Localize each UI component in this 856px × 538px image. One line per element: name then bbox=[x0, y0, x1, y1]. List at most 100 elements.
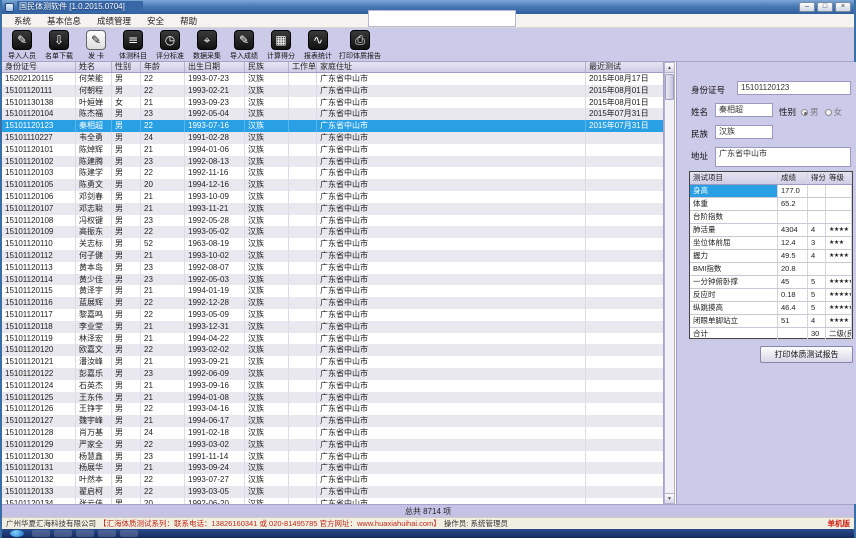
toolbar-button-9[interactable]: ⎙打印体质报告 bbox=[337, 30, 383, 61]
taskbar-item[interactable] bbox=[76, 530, 94, 537]
results-row[interactable]: 坐位体前屈12.43★★★ bbox=[690, 237, 852, 250]
results-row[interactable]: 合计30二级(良好) bbox=[690, 328, 852, 341]
results-row[interactable]: 肺活量43044★★★★ bbox=[690, 224, 852, 237]
gender-male-radio[interactable] bbox=[801, 109, 808, 116]
results-cell bbox=[808, 198, 826, 210]
windows-taskbar[interactable] bbox=[2, 529, 854, 538]
table-row[interactable]: 15101120127魏宇峰男211994-06-17汉族广东省中山市 bbox=[2, 415, 663, 427]
results-row[interactable]: 反应时0.185★★★★★ bbox=[690, 289, 852, 302]
start-button-icon[interactable] bbox=[10, 530, 24, 537]
table-row[interactable]: 15101120120欧嘉文男221993-02-02汉族广东省中山市 bbox=[2, 344, 663, 356]
table-row[interactable]: 15101120129严家全男221993-03-02汉族广东省中山市 bbox=[2, 439, 663, 451]
table-cell: 1992-05-03 bbox=[185, 274, 245, 286]
menu-item-3[interactable]: 安全 bbox=[139, 14, 172, 27]
scroll-down-icon[interactable]: ▼ bbox=[665, 493, 674, 503]
table-row[interactable]: 15101120118李业堂男211993-12-31汉族广东省中山市 bbox=[2, 321, 663, 333]
table-scrollbar[interactable]: ▲ ▼ bbox=[664, 62, 675, 504]
table-row[interactable]: 15101120114黄少佳男231992-05-03汉族广东省中山市 bbox=[2, 274, 663, 286]
table-cell: 何荣能 bbox=[76, 73, 112, 85]
toolbar-search-input[interactable] bbox=[368, 10, 516, 27]
table-row[interactable]: 15101120128肖万基男241991-02-18汉族广东省中山市 bbox=[2, 427, 663, 439]
table-row[interactable]: 15101120108冯权键男231992-05-28汉族广东省中山市 bbox=[2, 215, 663, 227]
minimize-button[interactable]: – bbox=[799, 2, 815, 12]
column-header-5[interactable]: 民族 bbox=[245, 62, 289, 72]
results-row[interactable]: 纵跳摸高46.45★★★★★ bbox=[690, 302, 852, 315]
table-row[interactable]: 15101120115黄泽宇男211994-01-19汉族广东省中山市 bbox=[2, 285, 663, 297]
table-row[interactable]: 15101120110关志标男521963-08-19汉族广东省中山市 bbox=[2, 238, 663, 250]
column-header-6[interactable]: 工作单位 bbox=[289, 62, 317, 72]
menu-item-4[interactable]: 帮助 bbox=[172, 14, 205, 27]
gender-female-radio[interactable] bbox=[825, 109, 832, 116]
table-row[interactable]: 15101120105陈勇文男201994-12-16汉族广东省中山市 bbox=[2, 179, 663, 191]
results-row[interactable]: 身高177.0 bbox=[690, 185, 852, 198]
table-row[interactable]: 15101120124石英杰男211993-09-16汉族广东省中山市 bbox=[2, 380, 663, 392]
table-row[interactable]: 15101120109高振东男221993-05-02汉族广东省中山市 bbox=[2, 226, 663, 238]
scrollbar-thumb[interactable] bbox=[665, 74, 674, 100]
results-row[interactable]: 闭眼单脚站立514★★★★ bbox=[690, 315, 852, 328]
toolbar-button-4[interactable]: ◷评分标准 bbox=[152, 30, 188, 61]
table-row[interactable]: 15101120113黄本岛男231992-08-07汉族广东省中山市 bbox=[2, 262, 663, 274]
table-row[interactable]: 15202120115何荣能男221993-07-23汉族广东省中山市2015年… bbox=[2, 73, 663, 85]
taskbar-item[interactable] bbox=[120, 530, 138, 537]
column-header-4[interactable]: 出生日期 bbox=[185, 62, 245, 72]
id-field[interactable]: 15101120123 bbox=[737, 81, 851, 95]
address-field[interactable]: 广东省中山市 bbox=[715, 147, 851, 167]
table-row[interactable]: 15101120130杨慧鑫男231991-11-14汉族广东省中山市 bbox=[2, 451, 663, 463]
table-row[interactable]: 15101120126王铮宇男221993-04-16汉族广东省中山市 bbox=[2, 403, 663, 415]
table-row[interactable]: 15101120104陈杰福男231992-05-04汉族广东省中山市2015年… bbox=[2, 108, 663, 120]
menu-item-0[interactable]: 系统 bbox=[6, 14, 39, 27]
toolbar-button-6[interactable]: ✎导入成绩 bbox=[226, 30, 262, 61]
table-row[interactable]: 15101110227韦全勇男241991-02-28汉族广东省中山市 bbox=[2, 132, 663, 144]
toolbar-button-5[interactable]: ⌖数据采集 bbox=[189, 30, 225, 61]
column-header-7[interactable]: 家庭住址 bbox=[317, 62, 586, 72]
table-row[interactable]: 15101120107邓志聪男211993-11-21汉族广东省中山市 bbox=[2, 203, 663, 215]
toolbar-button-0[interactable]: ✎导入人员 bbox=[4, 30, 40, 61]
taskbar-item[interactable] bbox=[54, 530, 72, 537]
table-row[interactable]: 15101120106邓剑春男211993-10-09汉族广东省中山市 bbox=[2, 191, 663, 203]
table-row[interactable]: 15101120116蓝展辉男221992-12-28汉族广东省中山市 bbox=[2, 297, 663, 309]
close-button[interactable]: × bbox=[835, 2, 851, 12]
table-cell: 15101120122 bbox=[2, 368, 76, 380]
results-row[interactable]: 体重65.2 bbox=[690, 198, 852, 211]
menu-item-2[interactable]: 成绩管理 bbox=[89, 14, 139, 27]
scroll-up-icon[interactable]: ▲ bbox=[665, 63, 674, 73]
table-row[interactable]: 15101120119林泽宏男211994-04-22汉族广东省中山市 bbox=[2, 333, 663, 345]
table-cell: 1993-02-02 bbox=[185, 344, 245, 356]
column-header-2[interactable]: 性别 bbox=[112, 62, 141, 72]
results-row[interactable]: 一分钟俯卧撑455★★★★★ bbox=[690, 276, 852, 289]
results-row[interactable]: 台阶指数 bbox=[690, 211, 852, 224]
results-row[interactable]: BMI指数20.8 bbox=[690, 263, 852, 276]
taskbar-item[interactable] bbox=[32, 530, 50, 537]
column-header-1[interactable]: 姓名 bbox=[76, 62, 112, 72]
toolbar-button-2[interactable]: ✎发 卡 bbox=[78, 30, 114, 61]
table-row[interactable]: 15101120125王东伟男211994-01-08汉族广东省中山市 bbox=[2, 392, 663, 404]
menu-item-1[interactable]: 基本信息 bbox=[39, 14, 89, 27]
name-field[interactable]: 秦相超 bbox=[715, 103, 773, 117]
table-row[interactable]: 15101120123秦相超男221993-07-16汉族广东省中山市2015年… bbox=[2, 120, 663, 132]
toolbar-button-8[interactable]: ∿报表统计 bbox=[300, 30, 336, 61]
table-row[interactable]: 15101120122彭嘉乐男231992-06-09汉族广东省中山市 bbox=[2, 368, 663, 380]
print-report-button[interactable]: 打印体质测试报告 bbox=[760, 346, 853, 363]
column-header-0[interactable]: 身份证号 bbox=[2, 62, 76, 72]
toolbar-button-3[interactable]: ≡体测科目 bbox=[115, 30, 151, 61]
table-row[interactable]: 15101120102陈建腾男231992-08-13汉族广东省中山市 bbox=[2, 156, 663, 168]
table-row[interactable]: 15101120101陈焯辉男211994-01-06汉族广东省中山市 bbox=[2, 144, 663, 156]
table-row[interactable]: 15101120103陈建学男221992-11-16汉族广东省中山市 bbox=[2, 167, 663, 179]
table-row[interactable]: 15101120111何朝程男221993-02-21汉族广东省中山市2015年… bbox=[2, 85, 663, 97]
table-row[interactable]: 15101120133翟启柯男221993-03-05汉族广东省中山市 bbox=[2, 486, 663, 498]
table-row[interactable]: 15101120117黎嘉鸣男221993-05-09汉族广东省中山市 bbox=[2, 309, 663, 321]
table-row[interactable]: 15101120132叶然本男221993-07-27汉族广东省中山市 bbox=[2, 474, 663, 486]
table-row[interactable]: 15101130138叶姮婵女211993-09-23汉族广东省中山市2015年… bbox=[2, 97, 663, 109]
column-header-8[interactable]: 最近测试 bbox=[586, 62, 664, 72]
taskbar-item[interactable] bbox=[98, 530, 116, 537]
table-row[interactable]: 15101120121潘汝峰男211993-09-21汉族广东省中山市 bbox=[2, 356, 663, 368]
ethnic-field[interactable]: 汉族 bbox=[715, 125, 773, 139]
toolbar-button-1[interactable]: ⇩名单下载 bbox=[41, 30, 77, 61]
column-header-3[interactable]: 年龄 bbox=[141, 62, 185, 72]
table-row[interactable]: 15101120131杨展华男211993-09-24汉族广东省中山市 bbox=[2, 462, 663, 474]
table-row[interactable]: 15101120112何子健男211993-10-02汉族广东省中山市 bbox=[2, 250, 663, 262]
results-header-row: 测试项目成绩得分等级 bbox=[690, 172, 852, 185]
maximize-button[interactable]: □ bbox=[817, 2, 833, 12]
results-row[interactable]: 握力49.54★★★★ bbox=[690, 250, 852, 263]
toolbar-button-7[interactable]: ▦计算得分 bbox=[263, 30, 299, 61]
